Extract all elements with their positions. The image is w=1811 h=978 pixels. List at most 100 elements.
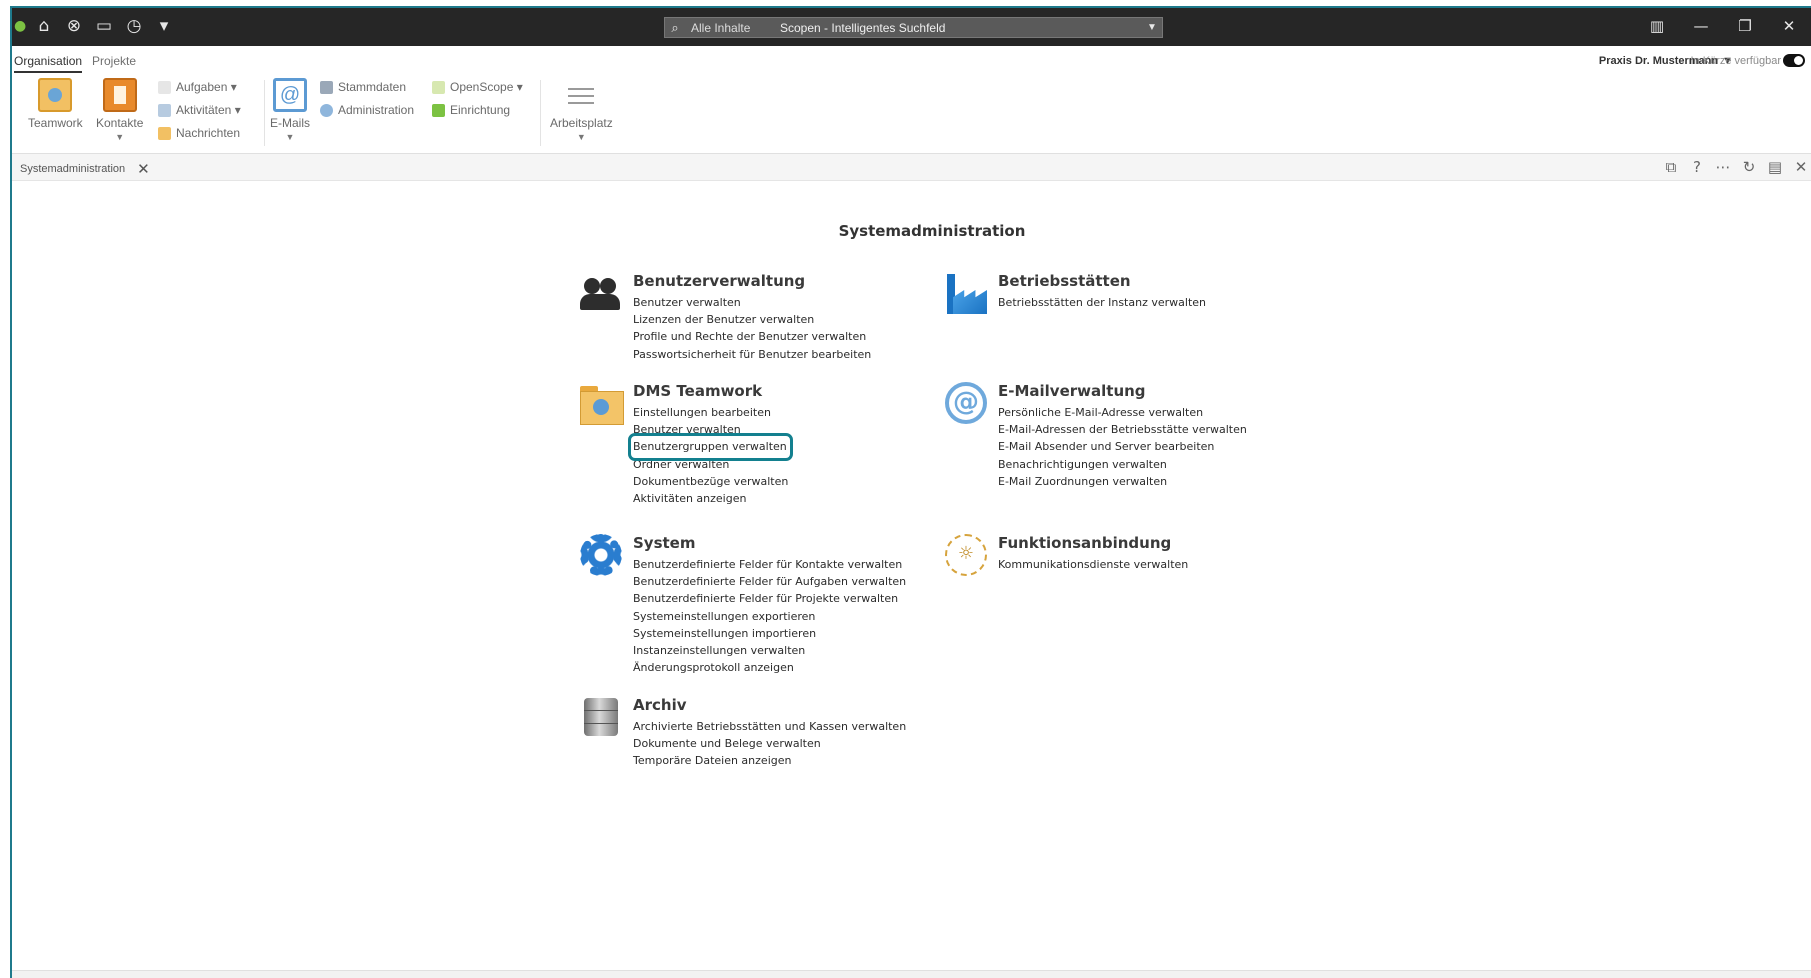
window-controls: ▥ — ❐ ✕ bbox=[1635, 15, 1811, 37]
aufgaben-label: Aufgaben ▾ bbox=[176, 80, 237, 94]
search-dropdown-icon[interactable]: ▼ bbox=[1142, 22, 1162, 33]
link-profile-rechte[interactable]: Profile und Rechte der Benutzer verwalte… bbox=[633, 328, 871, 345]
refresh-icon[interactable]: ↻ bbox=[1739, 158, 1759, 176]
link-einstellungen-bearbeiten[interactable]: Einstellungen bearbeiten bbox=[633, 404, 788, 421]
master-data-icon bbox=[320, 80, 333, 94]
section-title[interactable]: Benutzerverwaltung bbox=[633, 272, 805, 290]
email-icon: @ bbox=[273, 78, 307, 112]
layout-icon[interactable]: ▥ bbox=[1635, 15, 1679, 37]
plug-icon: ☼ bbox=[945, 534, 987, 576]
einrichtung-label: Einrichtung bbox=[450, 103, 511, 117]
link-passwortsicherheit[interactable]: Passwortsicherheit für Benutzer bearbeit… bbox=[633, 346, 871, 363]
link-email-zuordnungen[interactable]: E-Mail Zuordnungen verwalten bbox=[998, 473, 1247, 490]
stammdaten-label: Stammdaten bbox=[338, 80, 407, 94]
link-ordner-verwalten[interactable]: Ordner verwalten bbox=[633, 456, 788, 473]
support-icon[interactable]: ⊗ bbox=[64, 16, 84, 36]
link-kommunikationsdienste[interactable]: Kommunikationsdienste verwalten bbox=[998, 556, 1188, 573]
restore-icon[interactable]: ❐ bbox=[1723, 15, 1767, 37]
link-betriebsstaetten-verwalten[interactable]: Betriebsstätten der Instanz verwalten bbox=[998, 294, 1206, 311]
clock-icon[interactable]: ◷ bbox=[124, 16, 144, 36]
close-tab-icon[interactable]: ✕ bbox=[137, 160, 150, 178]
openscope-button[interactable]: OpenScope ▾ bbox=[432, 80, 523, 94]
tab-projekte[interactable]: Projekte bbox=[92, 54, 136, 68]
link-temporaere-dateien[interactable]: Temporäre Dateien anzeigen bbox=[633, 752, 906, 769]
ribbon: Teamwork Kontakte ▼ Aufgaben ▾ Aktivität… bbox=[12, 74, 1811, 154]
close-document-icon[interactable]: ✕ bbox=[1791, 158, 1811, 176]
doc-tab-systemadministration[interactable]: Systemadministration ✕ bbox=[20, 160, 150, 178]
stammdaten-button[interactable]: Stammdaten bbox=[320, 80, 406, 94]
section-title[interactable]: Archiv bbox=[633, 696, 687, 714]
section-title[interactable]: System bbox=[633, 534, 695, 552]
section-title[interactable]: Funktionsanbindung bbox=[998, 534, 1171, 552]
link-aenderungsprotokoll[interactable]: Änderungsprotokoll anzeigen bbox=[633, 659, 906, 676]
chat-icon[interactable]: ▭ bbox=[94, 16, 114, 36]
section-links: Einstellungen bearbeiten Benutzer verwal… bbox=[627, 404, 794, 507]
link-dms-benutzer-verwalten[interactable]: Benutzer verwalten bbox=[633, 421, 788, 438]
link-dokumentbezuege-verwalten[interactable]: Dokumentbezüge verwalten bbox=[633, 473, 788, 490]
aktivitaeten-button[interactable]: Aktivitäten ▾ bbox=[158, 103, 241, 117]
help-icon[interactable]: ? bbox=[1687, 158, 1707, 176]
close-icon[interactable]: ✕ bbox=[1767, 15, 1811, 37]
link-email-absender-server[interactable]: E-Mail Absender und Server bearbeiten bbox=[998, 438, 1247, 455]
search-scope[interactable]: Alle Inhalte bbox=[685, 21, 780, 35]
minimize-icon[interactable]: — bbox=[1679, 15, 1723, 37]
link-felder-aufgaben[interactable]: Benutzerdefinierte Felder für Aufgaben v… bbox=[633, 573, 906, 590]
section-title[interactable]: Betriebsstätten bbox=[998, 272, 1131, 290]
link-aktivitaeten-anzeigen[interactable]: Aktivitäten anzeigen bbox=[633, 490, 788, 507]
customize-icon[interactable]: ▾ bbox=[154, 16, 174, 36]
email-button[interactable]: @ E-Mails ▼ bbox=[270, 78, 310, 142]
link-benutzergruppen-verwalten[interactable]: Benutzergruppen verwalten bbox=[627, 433, 794, 461]
link-email-adressen-betriebsstaette[interactable]: E-Mail-Adressen der Betriebsstätte verwa… bbox=[998, 421, 1247, 438]
section-links: Persönliche E-Mail-Adresse verwalten E-M… bbox=[998, 404, 1247, 490]
link-benachrichtigungen[interactable]: Benachrichtigungen verwalten bbox=[998, 456, 1247, 473]
openscope-icon bbox=[432, 80, 445, 94]
kontakte-dropdown-icon[interactable]: ▼ bbox=[96, 132, 143, 142]
einrichtung-button[interactable]: Einrichtung bbox=[432, 103, 510, 117]
teamwork-label: Teamwork bbox=[28, 116, 83, 130]
archive-icon bbox=[580, 696, 622, 738]
more-icon[interactable]: ⋯ bbox=[1713, 158, 1733, 176]
arbeitsplatz-button[interactable]: Arbeitsplatz ▼ bbox=[550, 78, 613, 142]
kontakte-label: Kontakte bbox=[96, 116, 144, 130]
arbeitsplatz-dropdown-icon[interactable]: ▼ bbox=[550, 132, 613, 142]
home-icon[interactable]: ⌂ bbox=[34, 16, 54, 36]
link-benutzer-verwalten[interactable]: Benutzer verwalten bbox=[633, 294, 871, 311]
link-archivierte-betriebsstaetten[interactable]: Archivierte Betriebsstätten und Kassen v… bbox=[633, 718, 906, 735]
link-felder-projekte[interactable]: Benutzerdefinierte Felder für Projekte v… bbox=[633, 590, 906, 607]
tab-organisation[interactable]: Organisation bbox=[14, 54, 83, 73]
nachrichten-label: Nachrichten bbox=[176, 126, 241, 140]
page-title: Systemadministration bbox=[838, 222, 1026, 240]
link-systemeinstellungen-importieren[interactable]: Systemeinstellungen importieren bbox=[633, 625, 906, 642]
section-links: Benutzerdefinierte Felder für Kontakte v… bbox=[633, 556, 906, 676]
workspace-settings-icon bbox=[564, 78, 598, 112]
nachrichten-button[interactable]: Nachrichten bbox=[158, 126, 240, 140]
search-input[interactable]: Scopen - Intelligentes Suchfeld bbox=[780, 21, 1142, 35]
email-dropdown-icon[interactable]: ▼ bbox=[270, 132, 310, 142]
status-bar bbox=[12, 970, 1811, 978]
copy-icon[interactable]: ⧉ bbox=[1661, 158, 1681, 176]
link-felder-kontakte[interactable]: Benutzerdefinierte Felder für Kontakte v… bbox=[633, 556, 906, 573]
aufgaben-button[interactable]: Aufgaben ▾ bbox=[158, 80, 237, 94]
link-persoenliche-email[interactable]: Persönliche E-Mail-Adresse verwalten bbox=[998, 404, 1247, 421]
user-status-icon[interactable]: ● bbox=[14, 16, 26, 36]
section-links: Archivierte Betriebsstätten und Kassen v… bbox=[633, 718, 906, 770]
section-title[interactable]: DMS Teamwork bbox=[633, 382, 762, 400]
section-links: Kommunikationsdienste verwalten bbox=[998, 556, 1188, 573]
contacts-icon bbox=[102, 78, 137, 112]
teamwork-button[interactable]: Teamwork bbox=[28, 78, 83, 130]
kontakte-button[interactable]: Kontakte ▼ bbox=[96, 78, 143, 142]
link-systemeinstellungen-exportieren[interactable]: Systemeinstellungen exportieren bbox=[633, 608, 906, 625]
quick-access-toolbar: ● ⌂ ⊗ ▭ ◷ ▾ bbox=[14, 16, 174, 36]
teamwork-icon bbox=[38, 78, 73, 112]
activities-icon bbox=[158, 103, 171, 117]
link-lizenzen-verwalten[interactable]: Lizenzen der Benutzer verwalten bbox=[633, 311, 871, 328]
section-title[interactable]: E-Mailverwaltung bbox=[998, 382, 1146, 400]
link-dokumente-belege[interactable]: Dokumente und Belege verwalten bbox=[633, 735, 906, 752]
link-instanzeinstellungen[interactable]: Instanzeinstellungen verwalten bbox=[633, 642, 906, 659]
availability-toggle[interactable] bbox=[1783, 54, 1805, 67]
search-field[interactable]: ⌕ Alle Inhalte Scopen - Intelligentes Su… bbox=[664, 17, 1163, 38]
document-tab-strip: Systemadministration ✕ ⧉ ? ⋯ ↻ ▤ ✕ bbox=[12, 154, 1811, 181]
app-window: ● ⌂ ⊗ ▭ ◷ ▾ ⌕ Alle Inhalte Scopen - Inte… bbox=[10, 6, 1811, 978]
save-icon[interactable]: ▤ bbox=[1765, 158, 1785, 176]
administration-button[interactable]: Administration bbox=[320, 103, 414, 117]
